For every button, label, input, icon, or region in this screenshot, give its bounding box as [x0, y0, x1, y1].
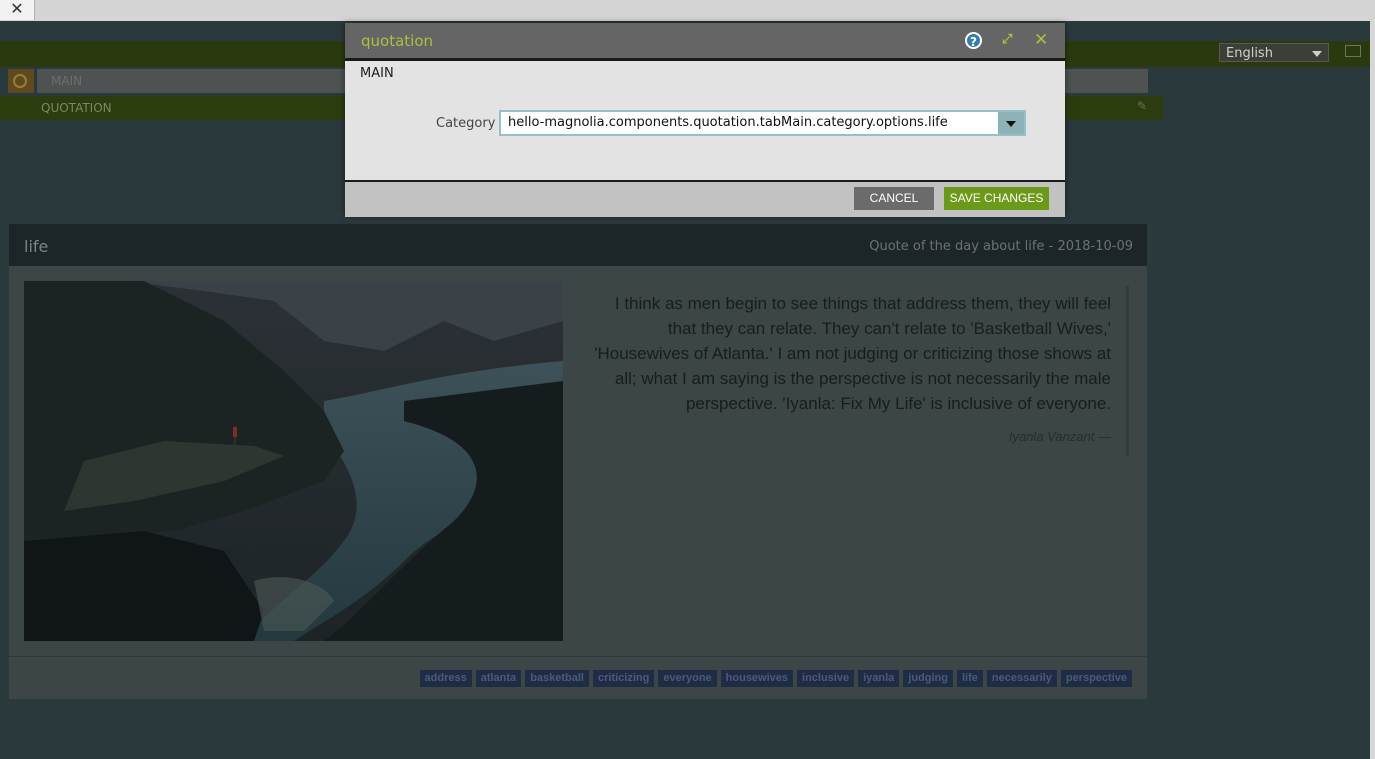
category-select[interactable]: hello-magnolia.components.quotation.tabM…: [499, 110, 1026, 136]
help-icon[interactable]: ?: [965, 32, 982, 49]
tag[interactable]: everyone: [658, 670, 717, 687]
quote-author: Iyanla Vanzant —: [1008, 429, 1111, 444]
window-icon[interactable]: [1345, 45, 1361, 57]
tag[interactable]: life: [957, 670, 983, 687]
landscape-image: [24, 281, 563, 641]
language-select-value: English: [1226, 46, 1273, 61]
dialog-title: quotation: [361, 32, 434, 50]
fjord-photo: [24, 281, 563, 641]
dropdown-button[interactable]: [998, 112, 1024, 134]
language-select[interactable]: English: [1219, 43, 1329, 62]
tag-list: address atlanta basketball criticizing e…: [419, 670, 1132, 687]
quote-card-body: I think as men begin to see things that …: [9, 266, 1147, 656]
area-label: MAIN: [51, 74, 83, 88]
tag[interactable]: basketball: [525, 670, 589, 687]
category-label: Category: [436, 116, 496, 131]
dialog-footer: CANCEL SAVE CHANGES: [345, 180, 1065, 217]
tab-main[interactable]: MAIN: [360, 66, 394, 81]
area-main-toggle[interactable]: [8, 69, 34, 93]
tag[interactable]: necessarily: [986, 670, 1057, 687]
tag[interactable]: inclusive: [797, 670, 855, 687]
tag[interactable]: judging: [903, 670, 953, 687]
chevron-down-icon: [1006, 121, 1016, 127]
quote-card-footer: address atlanta basketball criticizing e…: [9, 656, 1147, 699]
circle-icon: [13, 74, 27, 88]
close-icon[interactable]: ✕: [1034, 30, 1048, 50]
cancel-button[interactable]: CANCEL: [854, 187, 934, 210]
tag[interactable]: address: [419, 670, 472, 687]
browser-tab-bar: ✕: [0, 0, 1375, 22]
tag[interactable]: atlanta: [475, 670, 522, 687]
card-title: life: [24, 237, 49, 256]
tag[interactable]: criticizing: [593, 670, 655, 687]
tag[interactable]: perspective: [1060, 670, 1132, 687]
component-label: QUOTATION: [41, 101, 112, 115]
quote-text: I think as men begin to see things that …: [594, 294, 1111, 413]
save-changes-button[interactable]: SAVE CHANGES: [944, 187, 1049, 210]
category-select-value: hello-magnolia.components.quotation.tabM…: [508, 115, 948, 130]
tag[interactable]: iyanla: [858, 670, 900, 687]
close-icon[interactable]: ✕: [0, 0, 35, 20]
edit-pencil-icon[interactable]: ✎: [1137, 100, 1149, 112]
quote-card-header: life Quote of the day about life - 2018-…: [9, 224, 1147, 266]
expand-icon[interactable]: ⤢: [1002, 32, 1012, 47]
chevron-down-icon: [1312, 51, 1322, 57]
tag[interactable]: housewives: [720, 670, 794, 687]
quotation-dialog: quotation ? ⤢ ✕ MAIN Category hello-magn…: [345, 23, 1065, 217]
card-subtitle: Quote of the day about life - 2018-10-09: [869, 239, 1133, 254]
dialog-header: quotation ? ⤢ ✕: [345, 23, 1065, 61]
quote-rule: [1126, 286, 1129, 456]
scrollbar[interactable]: [1370, 21, 1375, 759]
